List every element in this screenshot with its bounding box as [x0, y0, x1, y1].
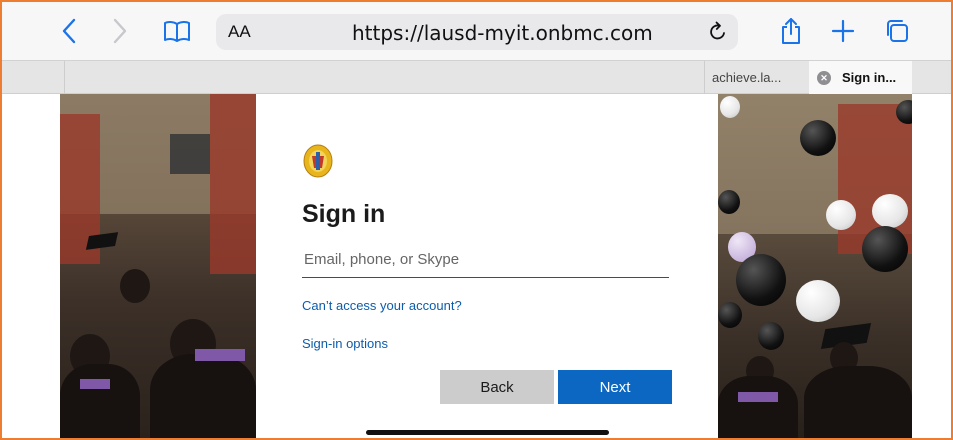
tab-label: Sign in...	[842, 70, 897, 85]
tabs-overview-button[interactable]	[882, 16, 912, 46]
share-icon	[782, 18, 800, 44]
graduate-gown	[60, 364, 140, 438]
graduate-gown	[804, 366, 912, 438]
sign-in-card: Sign in Can’t access your account? Sign-…	[256, 94, 718, 438]
reload-icon[interactable]	[706, 20, 730, 44]
close-icon[interactable]: ✕	[817, 70, 831, 85]
tabs-overview-icon	[887, 20, 908, 42]
email-input[interactable]	[302, 242, 669, 278]
balloon	[720, 96, 740, 118]
browser-toolbar: AA https://lausd-myit.onbmc.com	[2, 2, 951, 60]
cant-access-account-link[interactable]: Can’t access your account?	[302, 298, 462, 313]
share-button[interactable]	[776, 16, 806, 46]
tab-divider	[64, 61, 65, 94]
back-chevron-icon	[62, 18, 76, 44]
back-button[interactable]: Back	[440, 370, 554, 404]
thrown-cap	[85, 232, 119, 250]
wall-speaker	[170, 134, 210, 174]
bookmarks-button[interactable]	[162, 16, 192, 46]
balloon	[718, 302, 742, 328]
url-text: https://lausd-myit.onbmc.com	[352, 21, 653, 45]
graduate-head	[120, 269, 150, 303]
balloon	[872, 194, 908, 228]
balloon	[862, 226, 908, 272]
tab-achieve[interactable]: achieve.la...	[704, 61, 808, 94]
tab-label: achieve.la...	[712, 70, 782, 85]
tab-strip: achieve.la... ✕ Sign in...	[2, 60, 951, 94]
balloon	[826, 200, 856, 230]
page-title: Sign in	[302, 200, 386, 228]
home-indicator	[366, 430, 609, 435]
balloon	[736, 254, 786, 306]
browser-window: AA https://lausd-myit.onbmc.com achieve.…	[0, 0, 953, 440]
graduate-gown	[150, 354, 256, 438]
text-size-button[interactable]: AA	[228, 22, 251, 42]
address-bar[interactable]: AA https://lausd-myit.onbmc.com	[216, 14, 738, 50]
background-photo-right	[718, 94, 912, 438]
tab-sign-in[interactable]: ✕ Sign in...	[809, 61, 912, 94]
brick-pillar	[210, 94, 256, 274]
district-seal-logo	[303, 144, 333, 178]
balloon	[718, 190, 740, 214]
page-content: Sign in Can’t access your account? Sign-…	[2, 94, 951, 438]
forward-chevron-icon	[113, 18, 127, 44]
bookmarks-book-icon	[164, 20, 190, 42]
balloon	[796, 280, 840, 322]
background-photo-left	[60, 94, 256, 438]
sign-in-options-link[interactable]: Sign-in options	[302, 336, 388, 351]
new-tab-button[interactable]	[828, 16, 858, 46]
balloon	[758, 322, 784, 350]
next-button[interactable]: Next	[558, 370, 672, 404]
graduate-stole	[80, 379, 110, 389]
graduate-stole	[738, 392, 778, 402]
back-button[interactable]	[54, 16, 84, 46]
forward-button[interactable]	[105, 16, 135, 46]
balloon	[800, 120, 836, 156]
new-tab-plus-icon	[831, 19, 855, 43]
graduate-stole	[195, 349, 245, 361]
graduate-gown	[718, 376, 798, 438]
